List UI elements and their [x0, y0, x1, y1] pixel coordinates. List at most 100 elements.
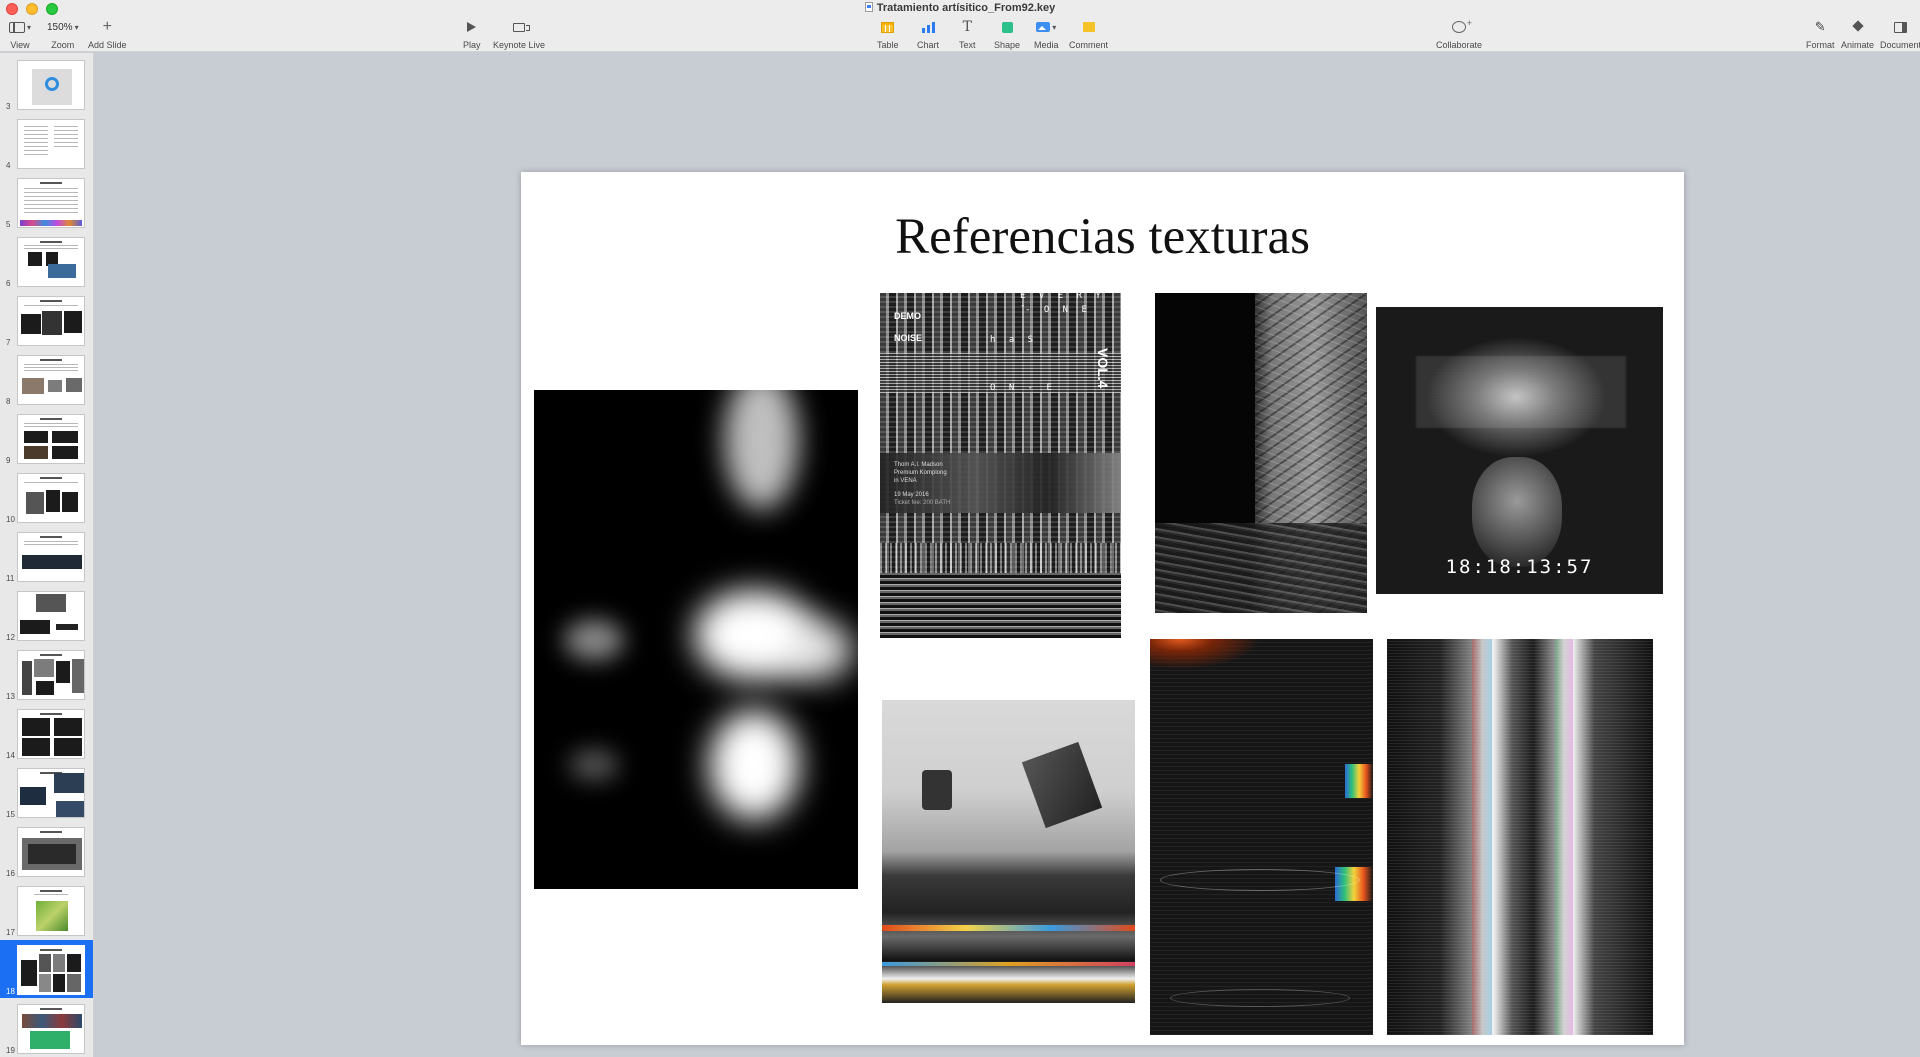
plus-icon: +	[102, 18, 112, 35]
texture-image-glitch-poster[interactable]: E V E R Y - - O N E h a S O N - E VOL.4 …	[880, 293, 1121, 638]
animate-button[interactable]: Animate	[1841, 18, 1874, 50]
zoom-value: 150%	[47, 21, 73, 33]
play-button[interactable]: Play	[463, 18, 481, 50]
media-button[interactable]: ▾ Media	[1034, 18, 1059, 50]
poster-date: 19 May 2016	[894, 492, 929, 498]
slide-title[interactable]: Referencias texturas	[521, 208, 1684, 266]
blob	[564, 620, 624, 660]
poster-demo: DEMO	[894, 311, 921, 321]
glitch-band	[880, 543, 1121, 573]
slide-thumbnail[interactable]: 12	[0, 586, 93, 644]
view-button[interactable]: ▾ View	[9, 18, 31, 50]
slide-thumbnail[interactable]: 14	[0, 704, 93, 762]
slide-thumbnail[interactable]: 19	[0, 999, 93, 1057]
slide-number: 9	[6, 456, 11, 465]
comment-label: Comment	[1069, 40, 1109, 50]
comment-button[interactable]: Comment	[1069, 18, 1108, 50]
slide-canvas[interactable]: Referencias texturas E V E R Y - - O N E…	[95, 53, 1920, 1057]
slide-preview	[17, 355, 85, 405]
slide-number: 4	[6, 161, 11, 170]
texture-image-vhs-light-leak[interactable]	[1150, 639, 1373, 1035]
slide-number: 5	[6, 220, 11, 229]
slide-preview	[17, 119, 85, 169]
video-timecode: 18:18:13:57	[1445, 556, 1594, 578]
shape-button[interactable]: Shape	[994, 18, 1020, 50]
slide-thumbnail[interactable]: 3	[0, 55, 93, 113]
slide-preview	[17, 473, 85, 523]
slide-number: 19	[6, 1046, 15, 1055]
window-title-text: Tratamiento artísitico_From92.key	[876, 2, 1056, 14]
slide-thumbnail[interactable]: 9	[0, 409, 93, 467]
slide-number: 15	[6, 810, 15, 819]
slide-thumbnail[interactable]: 13	[0, 645, 93, 703]
blob	[709, 710, 799, 820]
slide-thumbnail[interactable]: 15	[0, 763, 93, 821]
collaborate-icon	[1452, 18, 1472, 33]
texture-image-blur-blobs[interactable]	[534, 390, 858, 889]
slide-thumbnail[interactable]: 17	[0, 881, 93, 939]
poster-line-3: h a S	[990, 335, 1038, 345]
blob	[774, 620, 854, 680]
poster-line-2: - O N E	[1025, 305, 1091, 315]
slide-thumbnail-selected[interactable]: 18	[0, 940, 93, 998]
slide-number: 11	[6, 574, 15, 583]
slide-number: 18	[6, 987, 15, 996]
view-label: View	[10, 40, 30, 50]
text-label: Text	[959, 40, 976, 50]
chart-button[interactable]: Chart	[917, 18, 939, 50]
texture-image-hands-glitch[interactable]	[882, 700, 1135, 1003]
vhs-ring	[1170, 989, 1350, 1007]
texture-image-scratch-collage[interactable]	[1155, 293, 1367, 613]
slide-thumbnail[interactable]: 8	[0, 350, 93, 408]
table-button[interactable]: Table	[877, 18, 899, 50]
slide-navigator[interactable]: 3 4 5 6 7 8 9 10 11 12 13 14 15 16 17 18…	[0, 53, 94, 1057]
rgb-split	[1472, 639, 1492, 1035]
slide-preview	[17, 650, 85, 700]
poster-info-2: Premium Komplong	[894, 470, 947, 476]
light-leak	[1345, 764, 1373, 798]
slide-number: 8	[6, 397, 11, 406]
slide-number: 3	[6, 102, 11, 111]
texture-image-glitch-wave[interactable]	[1387, 639, 1653, 1035]
sidebar-view-icon	[9, 21, 25, 33]
add-slide-button[interactable]: + Add Slide	[88, 18, 127, 51]
collaborate-label: Collaborate	[1436, 40, 1483, 50]
slide-thumbnail[interactable]: 4	[0, 114, 93, 172]
slide-number: 10	[6, 515, 15, 524]
slide-thumbnail[interactable]: 6	[0, 232, 93, 290]
slide-preview	[17, 178, 85, 228]
collaborate-button[interactable]: Collaborate	[1436, 18, 1482, 50]
face-shape	[1472, 457, 1562, 567]
blob	[724, 390, 799, 510]
slide-number: 13	[6, 692, 15, 701]
slide-thumbnail[interactable]: 10	[0, 468, 93, 526]
current-slide[interactable]: Referencias texturas E V E R Y - - O N E…	[521, 172, 1684, 1045]
slide-preview	[17, 886, 85, 936]
chart-label: Chart	[917, 40, 940, 50]
animate-label: Animate	[1841, 40, 1875, 50]
slide-thumbnail[interactable]: 11	[0, 527, 93, 585]
document-label: Document	[1880, 40, 1920, 50]
slide-preview	[17, 709, 85, 759]
keynote-live-button[interactable]: Keynote Live	[493, 18, 545, 50]
color-streak	[882, 962, 1135, 966]
slide-preview	[17, 1004, 85, 1054]
document-button[interactable]: Document	[1880, 18, 1920, 50]
poster-noise: NOISE	[894, 333, 923, 343]
format-button[interactable]: ✎ Format	[1806, 18, 1835, 50]
slide-thumbnail[interactable]: 7	[0, 291, 93, 349]
table-label: Table	[877, 40, 899, 50]
slide-thumbnail[interactable]: 5	[0, 173, 93, 231]
slide-thumbnail[interactable]: 16	[0, 822, 93, 880]
keynote-live-label: Keynote Live	[493, 40, 546, 50]
hand-figure	[1021, 741, 1103, 829]
zoom-button[interactable]: 150% ▾ Zoom	[47, 18, 79, 51]
slide-preview	[17, 414, 85, 464]
poster-info-3: in VENA	[894, 478, 917, 484]
text-button[interactable]: T Text	[959, 18, 976, 50]
poster-info-1: Thom A.I. Madson	[894, 462, 943, 468]
table-icon	[881, 21, 895, 33]
blob	[569, 750, 619, 780]
headphones-preview	[45, 77, 59, 91]
texture-image-face-timecode[interactable]: 18:18:13:57	[1376, 307, 1663, 594]
